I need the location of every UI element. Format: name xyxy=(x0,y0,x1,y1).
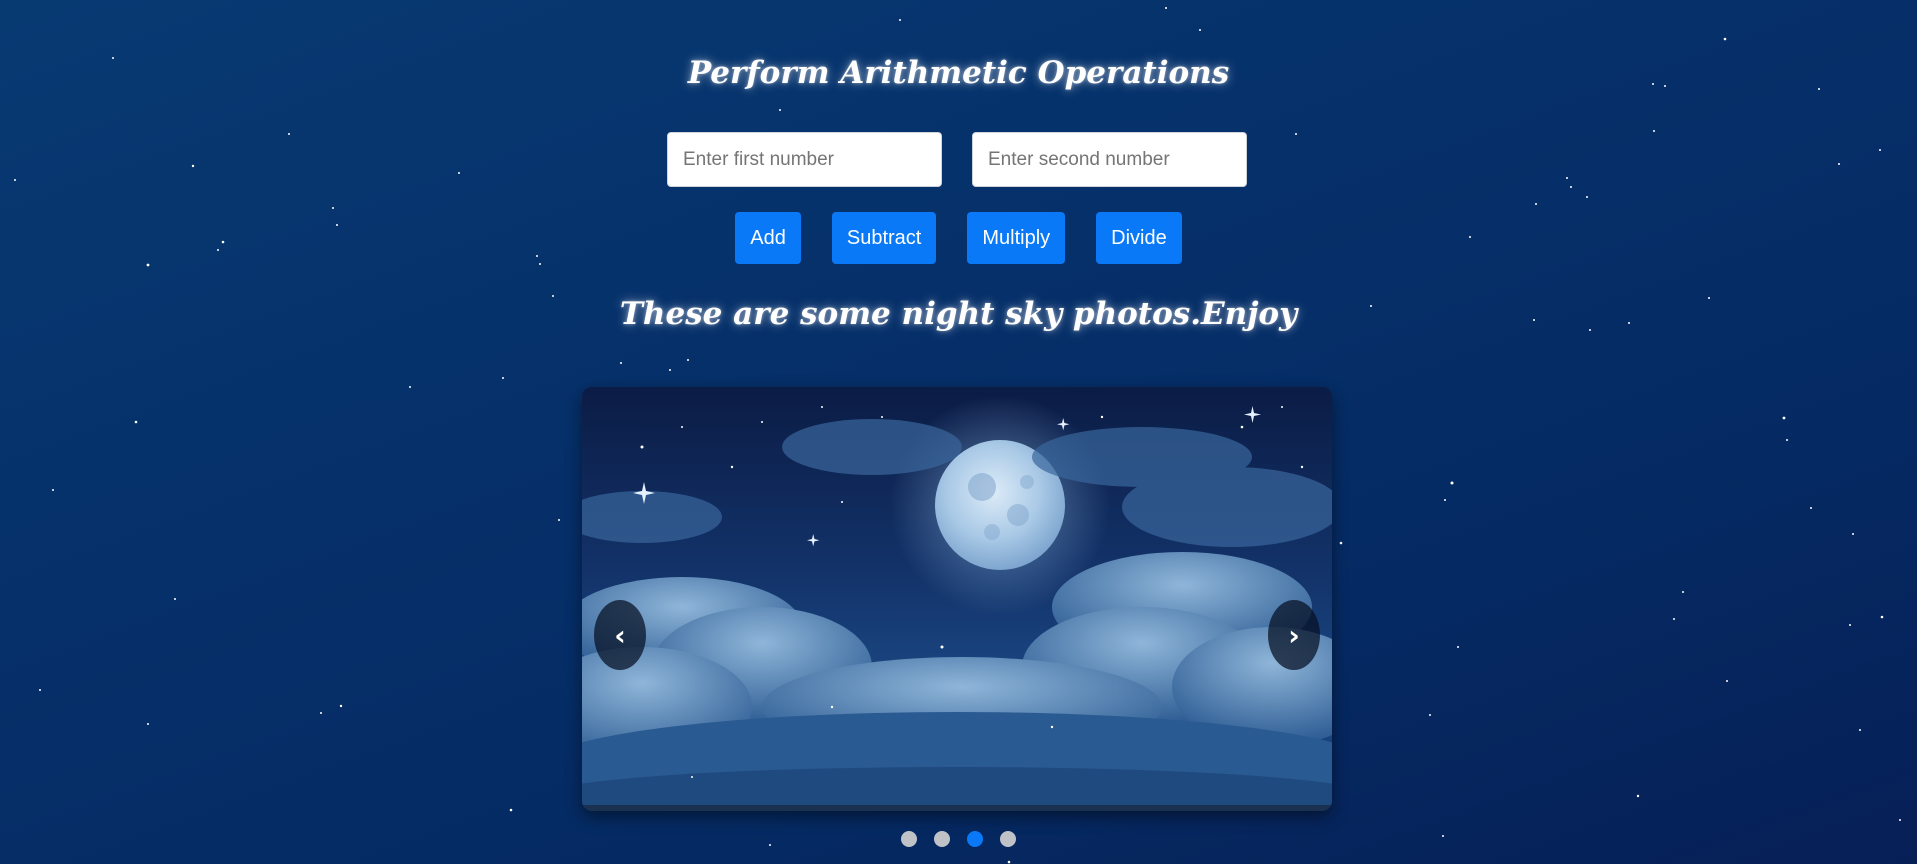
divide-button[interactable]: Divide xyxy=(1096,212,1182,264)
operation-buttons: Add Subtract Multiply Divide xyxy=(0,212,1917,264)
night-sky-photo xyxy=(582,387,1332,805)
carousel-bottom-bar xyxy=(582,805,1332,811)
gallery-heading: These are some night sky photos.Enjoy xyxy=(619,296,1298,332)
carousel-dot-2[interactable] xyxy=(934,831,950,847)
number-inputs xyxy=(667,132,1247,187)
chevron-right-icon[interactable]: › xyxy=(1268,600,1320,670)
photo-carousel: ‹ › xyxy=(582,387,1332,811)
second-number-input[interactable] xyxy=(972,132,1247,187)
carousel-dot-3[interactable] xyxy=(967,831,983,847)
carousel-dot-1[interactable] xyxy=(901,831,917,847)
chevron-left-icon[interactable]: ‹ xyxy=(594,600,646,670)
carousel-dot-4[interactable] xyxy=(1000,831,1016,847)
first-number-input[interactable] xyxy=(667,132,942,187)
add-button[interactable]: Add xyxy=(735,212,801,264)
carousel-indicators xyxy=(0,831,1917,847)
multiply-button[interactable]: Multiply xyxy=(967,212,1066,264)
page-title: Perform Arithmetic Operations xyxy=(687,55,1230,91)
subtract-button[interactable]: Subtract xyxy=(831,212,937,264)
